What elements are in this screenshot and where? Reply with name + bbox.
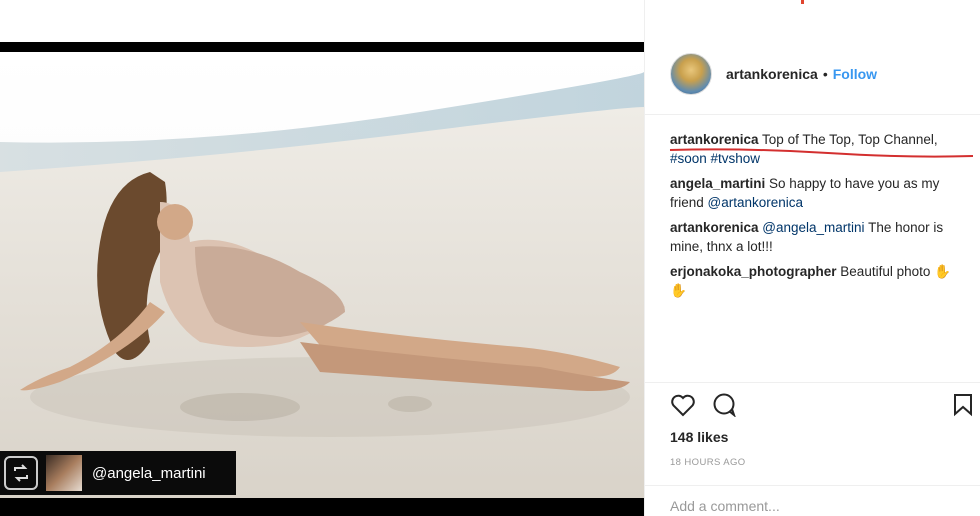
separator-dot: • (822, 66, 828, 82)
add-comment-input[interactable]: Add a comment... (670, 498, 780, 514)
post-timestamp: 18 HOURS AGO (670, 457, 746, 468)
comment-item: angela_martini So happy to have you as m… (670, 174, 975, 212)
action-bar (670, 393, 973, 422)
mention-link[interactable]: @angela_martini (759, 220, 864, 235)
comment-text: Beautiful photo ✋ (836, 264, 951, 279)
header-divider (645, 114, 980, 115)
mention-link[interactable]: @artankorenica (708, 195, 804, 210)
post-photo[interactable] (0, 52, 644, 498)
repost-username[interactable]: @angela_martini (92, 465, 206, 482)
repost-credit-bar: @angela_martini (0, 451, 236, 495)
post-sidebar: artankorenica • Follow artankorenica Top… (644, 0, 980, 516)
comment-text-tail: ✋ (670, 283, 687, 298)
comment-username[interactable]: erjonakoka_photographer (670, 264, 837, 279)
repost-icon (4, 456, 38, 490)
comment-username[interactable]: artankorenica (670, 132, 759, 147)
likes-count[interactable]: 148 likes (670, 429, 728, 445)
comment-item: artankorenica @angela_martini The honor … (670, 218, 975, 256)
comment-item: erjonakoka_photographer Beautiful photo … (670, 262, 975, 300)
comments-divider (645, 382, 980, 383)
footer-divider (645, 485, 980, 486)
bookmark-icon[interactable] (953, 393, 973, 422)
comment-icon[interactable] (712, 393, 738, 422)
comment-username[interactable]: artankorenica (670, 220, 759, 235)
author-avatar[interactable] (670, 53, 712, 95)
red-underline-annotation (669, 148, 974, 158)
author-username[interactable]: artankorenica (726, 66, 818, 82)
heart-icon[interactable] (670, 393, 696, 422)
comment-username[interactable]: angela_martini (670, 176, 765, 191)
repost-thumbnail (46, 455, 82, 491)
comment-text: Top of The Top, Top Channel, (758, 132, 938, 147)
beach-photo-illustration (0, 52, 644, 498)
post-header: artankorenica • Follow (645, 48, 980, 100)
follow-button[interactable]: Follow (833, 66, 877, 82)
